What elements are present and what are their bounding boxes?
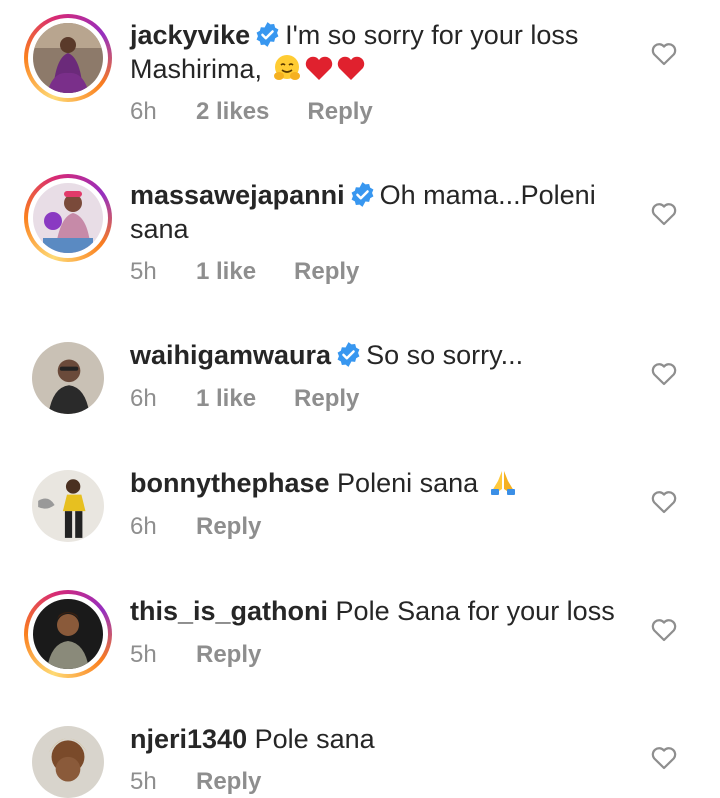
verified-badge-icon [256,22,279,47]
avatar-photo [32,342,104,414]
comment-time: 5h [130,768,157,795]
reply-button[interactable]: Reply [196,641,261,669]
avatar[interactable] [24,174,112,262]
like-heart-icon[interactable] [651,202,677,226]
red-heart-icon [337,56,364,80]
reply-button[interactable]: Reply [307,98,372,126]
like-heart-icon[interactable] [651,746,677,770]
like-heart-icon[interactable] [651,362,677,386]
comment-time: 6h [130,98,157,125]
avatar[interactable] [32,726,104,798]
like-heart-icon[interactable] [651,490,677,514]
like-heart-icon[interactable] [651,618,677,642]
red-heart-icon [305,56,332,80]
comment-time: 5h [130,258,157,285]
likes-count[interactable]: 2 likes [196,98,269,126]
comment-time: 6h [130,385,157,412]
username[interactable]: waihigamwaura [130,340,331,370]
reply-button[interactable]: Reply [196,768,261,796]
avatar[interactable] [32,470,104,542]
reply-button[interactable]: Reply [294,258,359,286]
avatar-photo [33,599,103,669]
avatar-photo [33,23,103,93]
comment-text: Pole sana [254,724,375,754]
comment-time: 6h [130,513,157,540]
avatar[interactable] [32,342,104,414]
avatar[interactable] [24,14,112,102]
verified-badge-icon [351,182,374,207]
avatar-photo [32,470,104,542]
comment-time: 5h [130,641,157,668]
avatar-photo [33,183,103,253]
avatar-photo [32,726,104,798]
likes-count[interactable]: 1 like [196,258,256,286]
hugging-face-icon [273,55,300,80]
likes-count[interactable]: 1 like [196,385,256,413]
reply-button[interactable]: Reply [294,385,359,413]
avatar[interactable] [24,590,112,678]
like-heart-icon[interactable] [651,42,677,66]
comment-text: Poleni sana [337,468,479,498]
username[interactable]: bonnythephase [130,468,330,498]
username[interactable]: this_is_gathoni [130,596,328,626]
username[interactable]: njeri1340 [130,724,247,754]
folded-hands-icon [490,471,515,495]
username[interactable]: massawejapanni [130,180,345,210]
reply-button[interactable]: Reply [196,513,261,541]
comment-text: Pole Sana for your loss [335,596,615,626]
verified-badge-icon [337,342,360,367]
comment-text: So so sorry... [366,340,524,370]
username[interactable]: jackyvike [130,20,250,50]
